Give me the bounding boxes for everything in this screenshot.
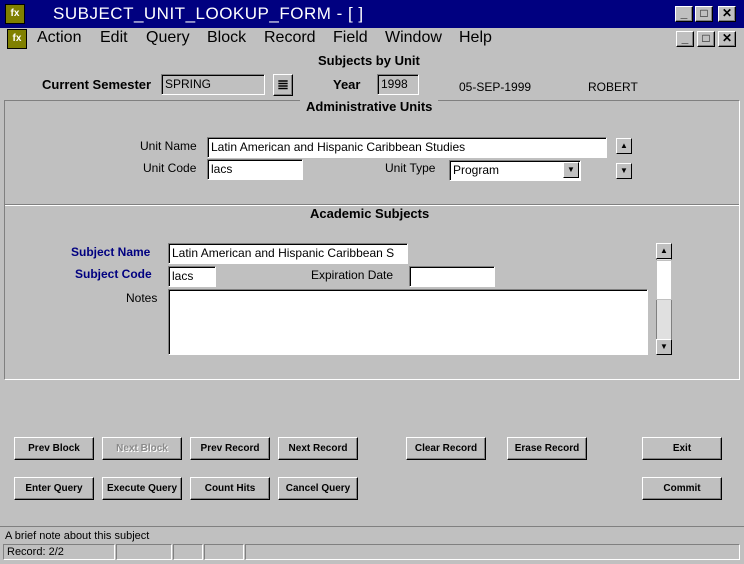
menu-record[interactable]: Record — [264, 29, 316, 47]
status-cell-4 — [204, 544, 244, 560]
status-cell-2 — [116, 544, 172, 560]
menu-edit[interactable]: Edit — [100, 29, 128, 47]
expiration-date-label: Expiration Date — [311, 268, 394, 282]
window-title: SUBJECT_UNIT_LOOKUP_FORM - [ ] — [53, 4, 364, 23]
unit-code-label: Unit Code — [143, 161, 197, 175]
record-indicator: Record: 2/2 — [3, 544, 115, 560]
year-label: Year — [333, 77, 361, 92]
unit-name-label: Unit Name — [140, 139, 197, 153]
document-icon[interactable]: fx — [7, 29, 27, 49]
current-date: 05-SEP-1999 — [459, 80, 532, 94]
unit-type-label: Unit Type — [385, 161, 436, 175]
subject-code-label: Subject Code — [75, 267, 152, 281]
cancel-query-button[interactable]: Cancel Query — [278, 477, 358, 500]
doc-close-button[interactable]: ✕ — [718, 31, 736, 47]
doc-minimize-button[interactable]: _ — [676, 31, 694, 47]
subject-scroll-up-icon[interactable]: ▲ — [656, 243, 672, 259]
subject-scroll-down-icon[interactable]: ▼ — [656, 339, 672, 355]
current-user: ROBERT — [588, 80, 638, 94]
execute-query-button[interactable]: Execute Query — [102, 477, 182, 500]
dropdown-arrow-icon[interactable]: ▼ — [563, 162, 579, 178]
commit-button[interactable]: Commit — [642, 477, 722, 500]
title-bar: fx SUBJECT_UNIT_LOOKUP_FORM - [ ] _ □ ✕ — [0, 0, 744, 28]
count-hits-button[interactable]: Count Hits — [190, 477, 270, 500]
next-record-button[interactable]: Next Record — [278, 437, 358, 460]
close-button[interactable]: ✕ — [718, 6, 736, 22]
unit-name-field[interactable]: Latin American and Hispanic Caribbean St… — [207, 137, 607, 158]
menu-query[interactable]: Query — [146, 29, 190, 47]
next-block-button[interactable]: Next Block — [102, 437, 182, 460]
notes-label: Notes — [126, 291, 158, 305]
status-hint: A brief note about this subject — [5, 530, 150, 542]
status-cell-3 — [173, 544, 203, 560]
menu-field[interactable]: Field — [333, 29, 368, 47]
notes-textarea[interactable] — [168, 289, 648, 355]
scroll-down-arrow-icon[interactable]: ▼ — [616, 163, 632, 179]
unit-code-field[interactable]: lacs — [207, 159, 303, 180]
subject-name-label: Subject Name — [71, 245, 151, 259]
subject-code-field[interactable]: lacs — [168, 266, 216, 287]
menu-action[interactable]: Action — [37, 29, 81, 47]
list-icon[interactable]: ≣ — [273, 74, 293, 96]
current-semester-field[interactable]: SPRING — [161, 74, 265, 95]
academic-subjects-title: Academic Subjects — [304, 206, 436, 221]
menu-help[interactable]: Help — [459, 29, 492, 47]
erase-record-button[interactable]: Erase Record — [507, 437, 587, 460]
prev-block-button[interactable]: Prev Block — [14, 437, 94, 460]
clear-record-button[interactable]: Clear Record — [406, 437, 486, 460]
enter-query-button[interactable]: Enter Query — [14, 477, 94, 500]
minimize-button[interactable]: _ — [675, 6, 693, 22]
doc-restore-button[interactable]: □ — [697, 31, 715, 47]
status-cell-5 — [245, 544, 740, 560]
form-heading: Subjects by Unit — [318, 53, 420, 68]
menu-block[interactable]: Block — [207, 29, 246, 47]
expiration-date-field[interactable] — [409, 266, 495, 287]
year-field[interactable]: 1998 — [377, 74, 419, 95]
subject-name-field[interactable]: Latin American and Hispanic Caribbean S — [168, 243, 408, 264]
current-semester-label: Current Semester — [42, 77, 152, 92]
unit-type-select[interactable]: Program — [449, 160, 581, 181]
app-icon: fx — [5, 4, 25, 24]
exit-button[interactable]: Exit — [642, 437, 722, 460]
scroll-up-arrow-icon[interactable]: ▲ — [616, 138, 632, 154]
prev-record-button[interactable]: Prev Record — [190, 437, 270, 460]
maximize-button[interactable]: □ — [695, 6, 713, 22]
scrollbar-thumb[interactable] — [656, 260, 672, 300]
admin-units-title: Administrative Units — [300, 99, 439, 114]
menu-window[interactable]: Window — [385, 29, 442, 47]
